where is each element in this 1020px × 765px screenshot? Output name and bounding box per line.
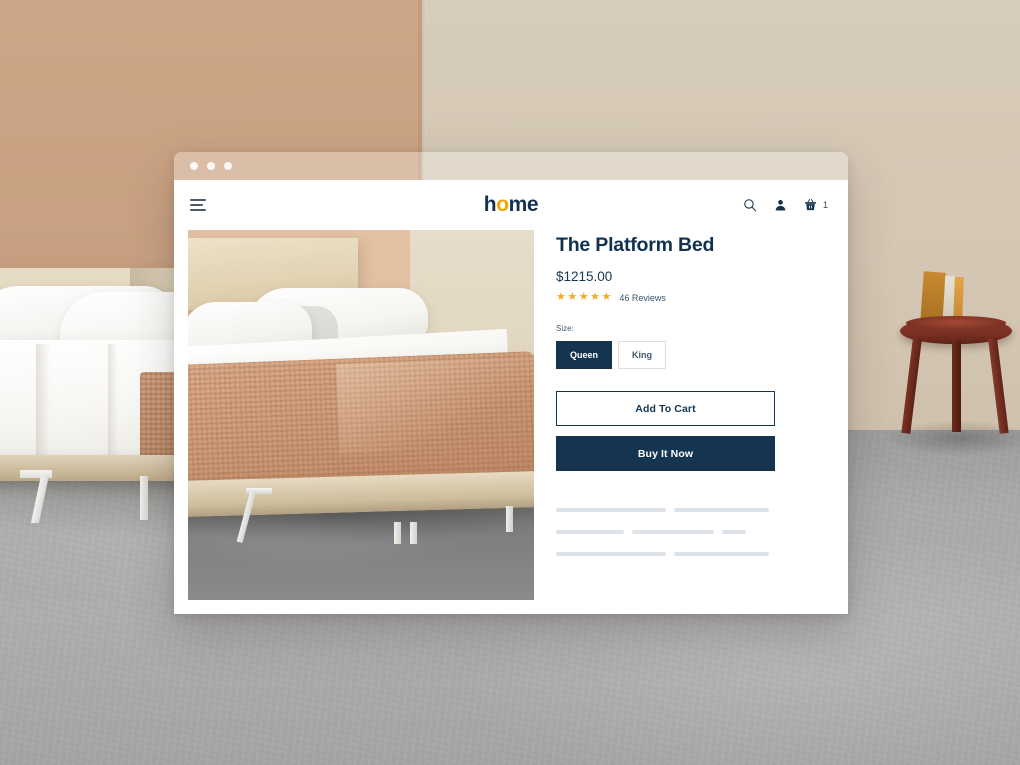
shopping-basket-icon[interactable] bbox=[804, 198, 817, 212]
skeleton-row bbox=[556, 552, 776, 557]
skeleton-bar bbox=[556, 530, 624, 535]
skeleton-row bbox=[556, 508, 776, 513]
backdrop-bed-sheet-fold-2 bbox=[108, 344, 118, 468]
product-image[interactable] bbox=[188, 230, 534, 600]
skeleton-bar bbox=[674, 552, 769, 557]
window-dot-maximize[interactable] bbox=[224, 162, 232, 170]
window-dot-close[interactable] bbox=[190, 162, 198, 170]
skeleton-bar bbox=[556, 552, 666, 557]
star-5: ★ bbox=[601, 291, 612, 304]
browser-window: home 1 The Platform Bed $1215.00 ★ ★ ★ ★… bbox=[174, 152, 848, 614]
content-skeleton bbox=[556, 508, 776, 557]
product-info: The Platform Bed $1215.00 ★ ★ ★ ★ ★ 46 Revie… bbox=[556, 230, 776, 600]
side-table-tray bbox=[906, 316, 1006, 330]
user-account-icon[interactable] bbox=[774, 198, 787, 212]
star-3: ★ bbox=[578, 291, 589, 304]
window-dot-minimize[interactable] bbox=[207, 162, 215, 170]
rating-row: ★ ★ ★ ★ ★ 46 Reviews bbox=[556, 292, 776, 303]
browser-viewport: home 1 The Platform Bed $1215.00 ★ ★ ★ ★… bbox=[174, 180, 848, 614]
skeleton-row bbox=[556, 530, 776, 535]
logo-text-suffix: me bbox=[508, 193, 539, 216]
cart-area[interactable]: 1 bbox=[804, 198, 828, 212]
header-actions: 1 bbox=[743, 198, 828, 212]
hamburger-line-2 bbox=[190, 204, 203, 206]
hamburger-line-1 bbox=[190, 199, 206, 201]
size-options: Queen King bbox=[556, 341, 776, 370]
hamburger-line-3 bbox=[190, 209, 206, 211]
star-4: ★ bbox=[590, 291, 600, 304]
size-option-king[interactable]: King bbox=[618, 341, 667, 370]
size-label: Size: bbox=[556, 324, 574, 334]
site-header: home 1 bbox=[174, 180, 848, 230]
logo-text-accent: o bbox=[496, 193, 509, 216]
skeleton-bar bbox=[722, 530, 746, 535]
scene-backdrop: home 1 The Platform Bed $1215.00 ★ ★ ★ ★… bbox=[0, 0, 1020, 765]
logo-text-prefix: h bbox=[483, 193, 497, 216]
star-rating: ★ ★ ★ ★ ★ bbox=[556, 292, 611, 303]
site-logo[interactable]: home bbox=[483, 193, 539, 217]
backdrop-bed-leg-2 bbox=[140, 476, 148, 520]
backdrop-bed-sheet-fold bbox=[36, 344, 50, 468]
buy-it-now-button[interactable]: Buy It Now bbox=[556, 436, 775, 472]
cart-item-count: 1 bbox=[822, 200, 828, 210]
skeleton-bar bbox=[674, 508, 769, 513]
product-section: The Platform Bed $1215.00 ★ ★ ★ ★ ★ 46 Revie… bbox=[174, 230, 848, 600]
search-icon[interactable] bbox=[743, 198, 757, 212]
hamburger-menu-icon[interactable] bbox=[188, 196, 208, 214]
product-photo-leg-3 bbox=[410, 522, 417, 544]
skeleton-bar bbox=[556, 508, 666, 513]
skeleton-bar bbox=[632, 530, 714, 535]
size-option-queen[interactable]: Queen bbox=[556, 341, 613, 370]
side-table-leg-middle bbox=[952, 340, 961, 432]
review-count[interactable]: 46 Reviews bbox=[619, 293, 666, 303]
product-title: The Platform Bed bbox=[556, 234, 715, 256]
add-to-cart-button[interactable]: Add To Cart bbox=[556, 391, 775, 427]
product-photo-blanket-highlight bbox=[336, 356, 534, 454]
product-photo-leg-2 bbox=[394, 522, 401, 544]
browser-titlebar bbox=[174, 152, 848, 180]
star-1: ★ bbox=[556, 291, 566, 304]
product-price: $1215.00 bbox=[556, 269, 613, 285]
product-photo-leg-4 bbox=[506, 506, 513, 532]
star-2: ★ bbox=[567, 291, 578, 304]
